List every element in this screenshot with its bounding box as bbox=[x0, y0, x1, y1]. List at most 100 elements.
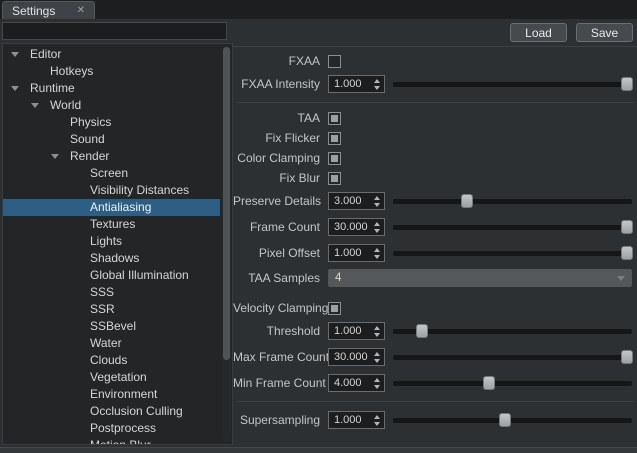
slider-track[interactable] bbox=[393, 251, 632, 256]
tree-item-hotkeys[interactable]: Hotkeys bbox=[3, 63, 220, 80]
slider-track[interactable] bbox=[393, 381, 632, 386]
max-frame-count-slider[interactable] bbox=[393, 349, 632, 365]
min-frame-count-slider-handle[interactable] bbox=[483, 376, 495, 390]
tree-item-visibility-distances[interactable]: Visibility Distances bbox=[3, 182, 220, 199]
spin-up-icon[interactable] bbox=[374, 415, 380, 419]
tree-item-editor[interactable]: Editor bbox=[3, 46, 220, 63]
tree-item-ssbevel[interactable]: SSBevel bbox=[3, 318, 220, 335]
load-button[interactable]: Load bbox=[510, 23, 567, 42]
color-clamping-checkbox[interactable] bbox=[328, 152, 341, 165]
slider-track[interactable] bbox=[393, 418, 632, 423]
frame-count-value[interactable]: 30.000 bbox=[329, 221, 371, 233]
spin-up-icon[interactable] bbox=[374, 196, 380, 200]
tree-item-motion-blur[interactable]: Motion Blur bbox=[3, 437, 220, 445]
max-frame-count-value[interactable]: 30.000 bbox=[329, 351, 371, 363]
spin-down-icon[interactable] bbox=[374, 229, 380, 233]
preserve-details-value[interactable]: 3.000 bbox=[329, 195, 371, 207]
velocity-clamping-checkbox[interactable] bbox=[328, 302, 341, 315]
tab-settings[interactable]: Settings ✕ bbox=[2, 1, 95, 19]
supersampling-slider[interactable] bbox=[393, 412, 632, 428]
spin-up-icon[interactable] bbox=[374, 79, 380, 83]
threshold-slider[interactable] bbox=[393, 323, 632, 339]
expander-icon[interactable] bbox=[31, 103, 39, 108]
slider-track[interactable] bbox=[393, 355, 632, 360]
tree-item-label: Visibility Distances bbox=[90, 183, 189, 197]
preserve-details-slider[interactable] bbox=[393, 193, 632, 209]
tree-item-environment[interactable]: Environment bbox=[3, 386, 220, 403]
save-button[interactable]: Save bbox=[576, 23, 633, 42]
tree-item-antialiasing[interactable]: Antialiasing bbox=[3, 199, 220, 216]
fix-blur-checkbox[interactable] bbox=[328, 172, 341, 185]
fxaa-intensity-slider-handle[interactable] bbox=[621, 77, 633, 91]
spin-up-icon[interactable] bbox=[374, 248, 380, 252]
tree-item-postprocess[interactable]: Postprocess bbox=[3, 420, 220, 437]
min-frame-count-value[interactable]: 4.000 bbox=[329, 377, 371, 389]
pixel-offset-value[interactable]: 1.000 bbox=[329, 247, 371, 259]
tree-scrollbar[interactable] bbox=[222, 46, 231, 442]
settings-panel: Load Save FXAAFXAA Intensity1.000TAAFix … bbox=[233, 19, 637, 447]
spin-down-icon[interactable] bbox=[374, 86, 380, 90]
expander-icon[interactable] bbox=[51, 154, 59, 159]
fxaa-intensity-slider[interactable] bbox=[393, 76, 632, 92]
frame-count-slider-handle[interactable] bbox=[621, 220, 633, 234]
tree-scrollbar-thumb[interactable] bbox=[223, 47, 230, 360]
expander-icon[interactable] bbox=[11, 86, 19, 91]
spin-down-icon[interactable] bbox=[374, 359, 380, 363]
pixel-offset-slider-handle[interactable] bbox=[621, 246, 633, 260]
fix-flicker-checkbox[interactable] bbox=[328, 132, 341, 145]
frame-count-slider[interactable] bbox=[393, 219, 632, 235]
tree-item-water[interactable]: Water bbox=[3, 335, 220, 352]
spin-up-icon[interactable] bbox=[374, 326, 380, 330]
tree-item-textures[interactable]: Textures bbox=[3, 216, 220, 233]
frame-count-spinbox[interactable]: 30.000 bbox=[328, 218, 385, 236]
tree-item-runtime[interactable]: Runtime bbox=[3, 80, 220, 97]
tree-item-shadows[interactable]: Shadows bbox=[3, 250, 220, 267]
tree-item-sound[interactable]: Sound bbox=[3, 131, 220, 148]
slider-track[interactable] bbox=[393, 199, 632, 204]
taa-checkbox[interactable] bbox=[328, 112, 341, 125]
taa-samples-dropdown[interactable]: 4 bbox=[328, 269, 632, 287]
min-frame-count-spinbox[interactable]: 4.000 bbox=[328, 374, 385, 392]
threshold-slider-handle[interactable] bbox=[416, 324, 428, 338]
spin-up-icon[interactable] bbox=[374, 352, 380, 356]
spin-down-icon[interactable] bbox=[374, 203, 380, 207]
max-frame-count-spinbox[interactable]: 30.000 bbox=[328, 348, 385, 366]
tree-item-physics[interactable]: Physics bbox=[3, 114, 220, 131]
spin-down-icon[interactable] bbox=[374, 422, 380, 426]
tree-item-ssr[interactable]: SSR bbox=[3, 301, 220, 318]
slider-track[interactable] bbox=[393, 82, 632, 87]
max-frame-count-slider-handle[interactable] bbox=[621, 350, 633, 364]
spin-down-icon[interactable] bbox=[374, 333, 380, 337]
pixel-offset-slider[interactable] bbox=[393, 245, 632, 261]
spin-down-icon[interactable] bbox=[374, 255, 380, 259]
tree-item-world[interactable]: World bbox=[3, 97, 220, 114]
spin-up-icon[interactable] bbox=[374, 378, 380, 382]
fxaa-checkbox[interactable] bbox=[328, 55, 341, 68]
tree-item-occlusion-culling[interactable]: Occlusion Culling bbox=[3, 403, 220, 420]
threshold-value[interactable]: 1.000 bbox=[329, 325, 371, 337]
slider-track[interactable] bbox=[393, 329, 632, 334]
spin-up-icon[interactable] bbox=[374, 222, 380, 226]
tab-close-icon[interactable]: ✕ bbox=[74, 5, 88, 17]
tree-item-global-illumination[interactable]: Global Illumination bbox=[3, 267, 220, 284]
fxaa-intensity-spinbox[interactable]: 1.000 bbox=[328, 75, 385, 93]
slider-track[interactable] bbox=[393, 225, 632, 230]
expander-icon[interactable] bbox=[11, 52, 19, 57]
spin-down-icon[interactable] bbox=[374, 385, 380, 389]
pixel-offset-spinbox[interactable]: 1.000 bbox=[328, 244, 385, 262]
tree-item-lights[interactable]: Lights bbox=[3, 233, 220, 250]
tree-item-vegetation[interactable]: Vegetation bbox=[3, 369, 220, 386]
tree-item-screen[interactable]: Screen bbox=[3, 165, 220, 182]
fxaa-intensity-value[interactable]: 1.000 bbox=[329, 78, 371, 90]
tree-item-clouds[interactable]: Clouds bbox=[3, 352, 220, 369]
supersampling-spinbox[interactable]: 1.000 bbox=[328, 411, 385, 429]
tree-item-sss[interactable]: SSS bbox=[3, 284, 220, 301]
supersampling-slider-handle[interactable] bbox=[499, 413, 511, 427]
threshold-spinbox[interactable]: 1.000 bbox=[328, 322, 385, 340]
min-frame-count-slider[interactable] bbox=[393, 375, 632, 391]
preserve-details-spinbox[interactable]: 3.000 bbox=[328, 192, 385, 210]
preserve-details-slider-handle[interactable] bbox=[461, 194, 473, 208]
tree-item-render[interactable]: Render bbox=[3, 148, 220, 165]
tree-search-input[interactable] bbox=[2, 22, 227, 40]
supersampling-value[interactable]: 1.000 bbox=[329, 414, 371, 426]
